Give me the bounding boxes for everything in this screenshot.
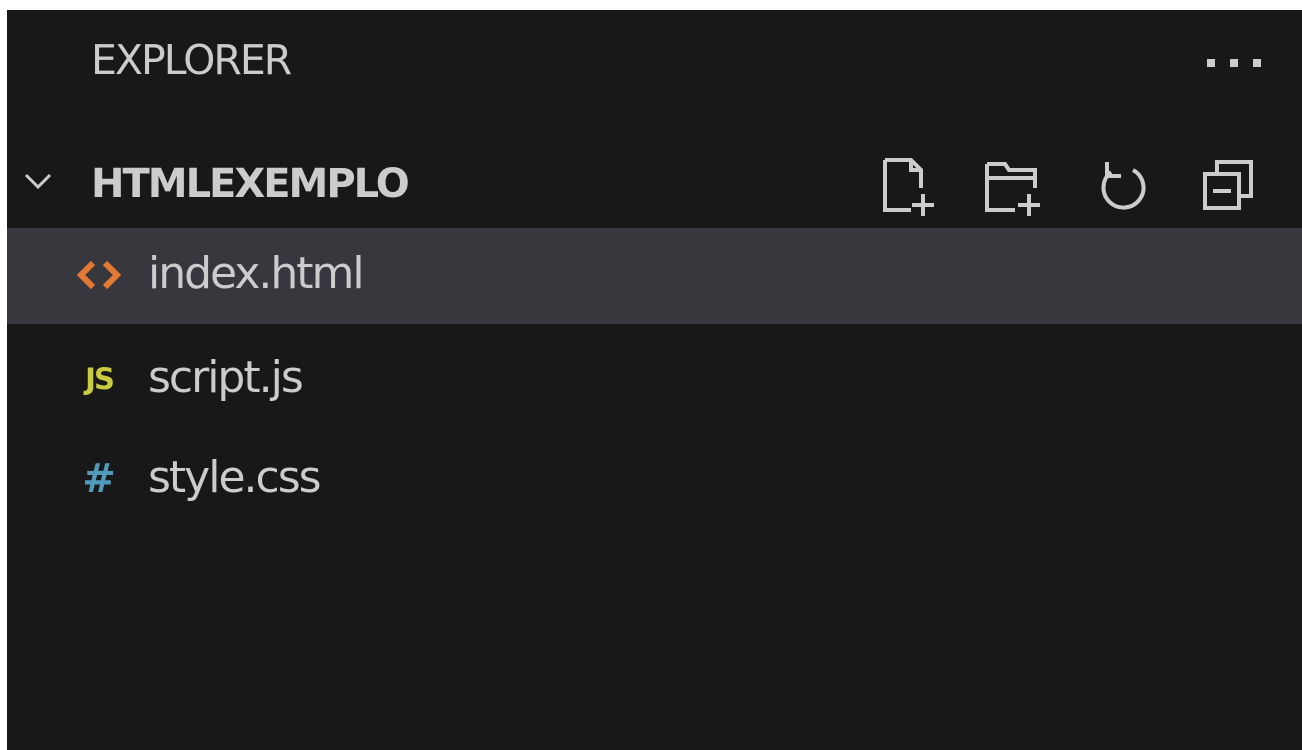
- chevron-down-icon[interactable]: [23, 166, 53, 196]
- new-file-button[interactable]: [873, 152, 939, 218]
- css-file-icon: #: [69, 454, 129, 504]
- new-folder-button[interactable]: [979, 152, 1045, 218]
- file-name: script.js: [148, 352, 304, 403]
- new-file-icon: [883, 158, 934, 216]
- refresh-button[interactable]: [1089, 152, 1155, 218]
- explorer-header: EXPLORER: [7, 10, 1302, 110]
- js-file-icon: JS: [69, 354, 129, 404]
- css-badge: #: [82, 456, 116, 502]
- file-name: style.css: [148, 452, 322, 503]
- html-file-icon: [69, 250, 129, 300]
- folder-header-htmlexemplo[interactable]: HTMLEXEMPLO: [7, 140, 1302, 228]
- explorer-title: EXPLORER: [91, 36, 292, 84]
- more-actions-button[interactable]: [1203, 48, 1265, 78]
- explorer-panel: EXPLORER HTMLEXEMPLO index.html JS scrip…: [7, 10, 1302, 750]
- file-row-index-html[interactable]: index.html: [7, 228, 1302, 324]
- js-badge: JS: [85, 362, 115, 396]
- file-row-style-css[interactable]: # style.css: [7, 432, 1302, 528]
- file-name: index.html: [148, 248, 365, 299]
- collapse-all-button[interactable]: [1195, 152, 1261, 218]
- refresh-icon: [1101, 162, 1146, 210]
- file-row-script-js[interactable]: JS script.js: [7, 332, 1302, 428]
- folder-name: HTMLEXEMPLO: [91, 161, 410, 207]
- ellipsis-icon: [1207, 59, 1215, 67]
- collapse-all-icon: [1203, 160, 1253, 210]
- ellipsis-dot: [1230, 59, 1238, 67]
- new-folder-icon: [985, 162, 1040, 216]
- ellipsis-dot: [1253, 59, 1261, 67]
